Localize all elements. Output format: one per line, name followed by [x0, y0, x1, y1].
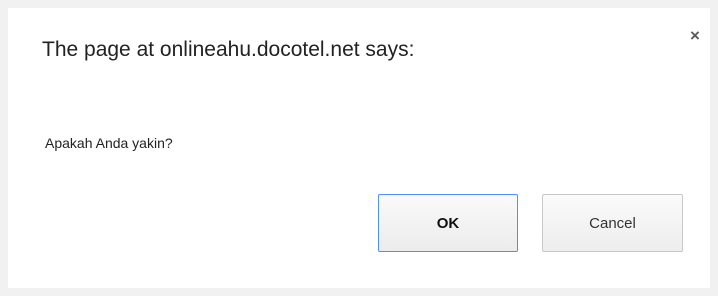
- ok-button-label: OK: [436, 214, 460, 232]
- cancel-button-label: Cancel: [589, 214, 636, 232]
- ok-button[interactable]: OK: [378, 194, 518, 252]
- dialog-message: Apakah Anda yakin?: [45, 135, 173, 151]
- dialog-title: The page at onlineahu.docotel.net says:: [42, 38, 415, 61]
- close-icon[interactable]: ×: [686, 27, 704, 45]
- alert-dialog: The page at onlineahu.docotel.net says: …: [8, 8, 710, 288]
- cancel-button[interactable]: Cancel: [542, 194, 683, 252]
